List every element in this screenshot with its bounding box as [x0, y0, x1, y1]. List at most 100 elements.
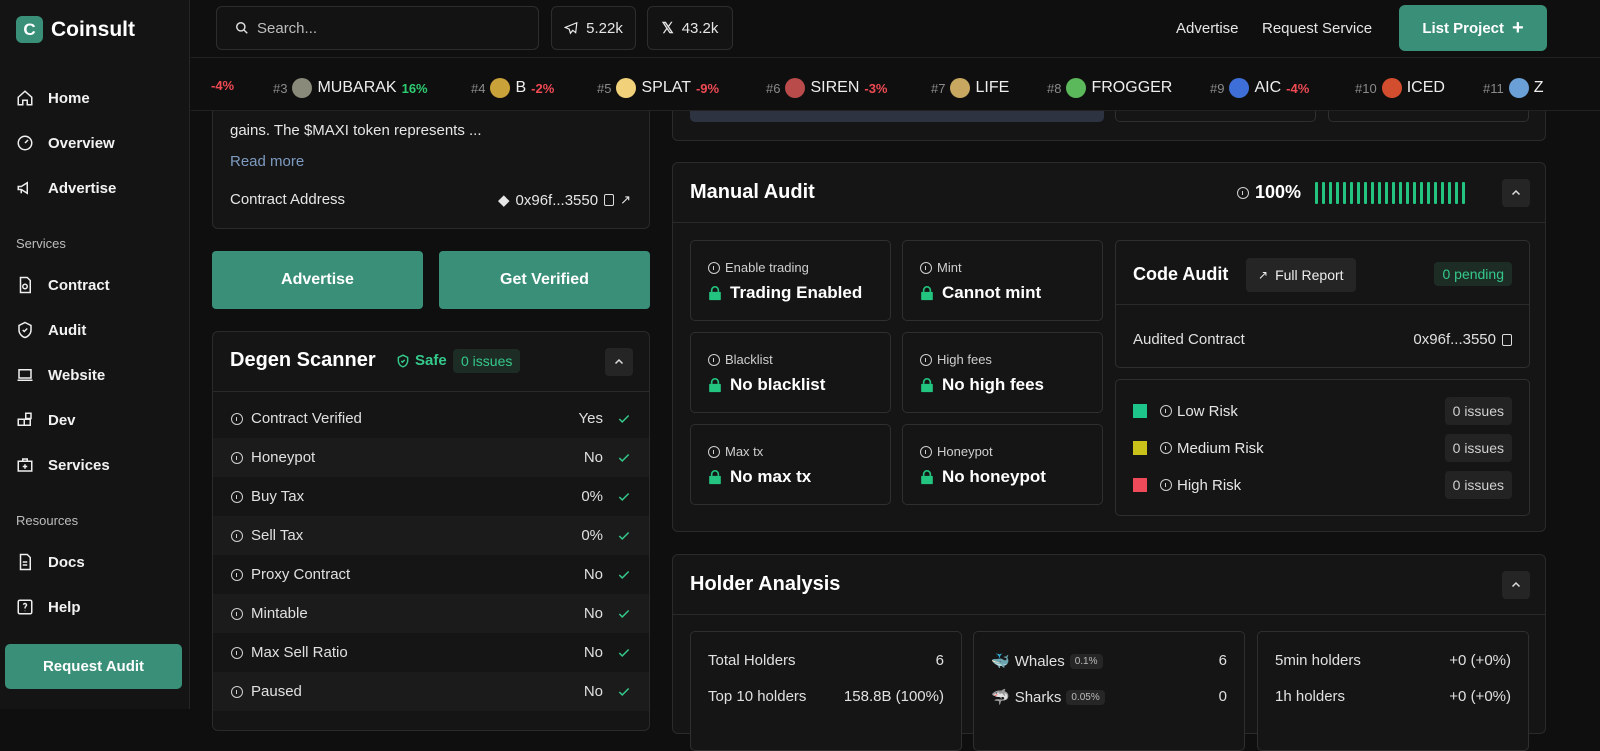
score-segment — [1364, 182, 1367, 204]
sidebar-item-services[interactable]: Services — [16, 456, 110, 474]
telegram-button[interactable]: 5.22k — [551, 6, 636, 50]
risk-summary-card: Low Risk 0 issues Medium Risk 0 issues High … — [1115, 379, 1530, 516]
sidebar-item-help[interactable]: Help — [16, 598, 81, 616]
search-box[interactable] — [216, 6, 539, 50]
degen-collapse-button[interactable] — [605, 348, 633, 376]
info-icon — [231, 490, 243, 503]
x-button[interactable]: 𝕏 43.2k — [647, 6, 733, 50]
advertise-button[interactable]: Advertise — [212, 251, 423, 309]
score-segment — [1399, 182, 1402, 204]
total-holders-label: Total Holders — [708, 652, 796, 669]
topbar: 5.22k 𝕏 43.2k Advertise Request Service … — [191, 0, 1600, 58]
logo[interactable]: C Coinsult — [16, 16, 135, 43]
audit-check-value: No honeypot — [920, 467, 1046, 487]
token-avatar-icon — [292, 78, 313, 98]
ticker-item[interactable]: #10 ICED — [1355, 78, 1445, 98]
audit-check-card: Enable trading Trading Enabled — [690, 240, 891, 321]
sidebar-item-advertise[interactable]: Advertise — [16, 179, 116, 197]
ticker-token-name: FROGGER — [1091, 79, 1173, 96]
audit-check-value-text: Trading Enabled — [730, 283, 863, 302]
advertise-link[interactable]: Advertise — [1176, 20, 1239, 37]
degen-scanner-title: Degen Scanner — [230, 349, 376, 371]
sidebar-item-audit[interactable]: Audit — [16, 321, 86, 339]
ticker-token-name: SPLAT — [641, 79, 691, 96]
ticker-rank: #6 — [766, 80, 781, 96]
request-service-link[interactable]: Request Service — [1262, 20, 1372, 37]
audit-check-value: No max tx — [708, 467, 811, 487]
sidebar-item-label: Dev — [48, 411, 76, 429]
ticker-item[interactable]: #3 MUBARAK 16% — [273, 78, 428, 98]
info-icon — [1160, 405, 1172, 417]
ticker-item[interactable]: #11 Z — [1483, 78, 1544, 98]
sidebar-item-contract[interactable]: Contract — [16, 276, 110, 294]
ticker-item[interactable]: #5 SPLAT -9% — [597, 78, 719, 98]
score-segment — [1420, 182, 1423, 204]
sidebar-item-docs[interactable]: Docs — [16, 553, 85, 571]
get-verified-button[interactable]: Get Verified — [439, 251, 650, 309]
sidebar-item-overview[interactable]: Overview — [16, 134, 115, 152]
stat-card — [1115, 111, 1316, 122]
request-audit-button[interactable]: Request Audit — [5, 644, 182, 689]
ticker-rank: #5 — [597, 80, 612, 96]
sidebar-item-home[interactable]: Home — [16, 89, 90, 107]
ticker-item[interactable]: #6 SIREN -3% — [766, 78, 888, 98]
trending-ticker: -4% #3 MUBARAK 16% #4 B -2% #5 SPLAT -9% #6 SIREN -3… — [191, 59, 1600, 111]
sharks: 🦈 Sharks 0.05% — [991, 688, 1105, 706]
holder-analysis-panel: Holder Analysis Total Holders 6 Top 10 h… — [672, 554, 1546, 751]
top10-holders-label: Top 10 holders — [708, 688, 807, 705]
audit-check-value-text: No high fees — [942, 375, 1045, 394]
risk-count-badge: 0 issues — [1444, 471, 1512, 499]
list-project-button[interactable]: List Project + — [1399, 5, 1547, 51]
laptop-icon — [17, 369, 33, 381]
risk-count-badge: 0 issues — [1444, 434, 1512, 462]
x-icon: 𝕏 — [661, 20, 674, 37]
ticker-item[interactable]: #8 FROGGER — [1047, 78, 1172, 98]
check-icon — [618, 453, 630, 462]
safe-label: Safe — [415, 352, 447, 369]
full-report-label: Full Report — [1275, 267, 1344, 283]
info-icon — [231, 412, 243, 425]
search-input[interactable] — [257, 19, 507, 37]
safe-status: Safe — [396, 352, 447, 369]
holder-analysis-collapse-button[interactable] — [1502, 571, 1530, 599]
audit-check-card: High fees No high fees — [902, 332, 1103, 413]
ticker-token-name: SIREN — [810, 79, 860, 96]
audit-check-value: No high fees — [920, 375, 1044, 395]
ticker-token-name: AIC — [1254, 79, 1282, 96]
sidebar-item-dev[interactable]: Dev — [16, 411, 76, 429]
telegram-count: 5.22k — [586, 19, 623, 37]
manual-audit-collapse-button[interactable] — [1502, 179, 1530, 207]
audit-score-value: 100% — [1255, 182, 1302, 202]
copy-icon[interactable] — [604, 194, 615, 206]
full-report-button[interactable]: ↗ Full Report — [1246, 258, 1356, 292]
ticker-item[interactable]: #4 B -2% — [471, 78, 554, 98]
audit-check-value-text: No blacklist — [730, 375, 826, 394]
audit-check-value-text: No honeypot — [942, 467, 1046, 486]
sharks-label: Sharks — [1014, 688, 1062, 706]
sidebar-item-label: Docs — [48, 553, 85, 571]
score-segment — [1350, 182, 1353, 204]
scan-row-label: Sell Tax — [251, 527, 304, 544]
sidebar-item-website[interactable]: Website — [16, 366, 105, 384]
ticker-item[interactable]: #9 AIC -4% — [1210, 78, 1309, 98]
info-icon — [231, 646, 243, 659]
lock-icon — [921, 285, 933, 300]
shark-icon: 🦈 — [991, 689, 1010, 706]
ticker-item[interactable]: -4% — [211, 78, 234, 93]
ticker-rank: #11 — [1483, 80, 1504, 96]
read-more-link[interactable]: Read more — [230, 153, 304, 170]
briefcase-plus-icon — [17, 458, 33, 472]
telegram-icon — [564, 21, 578, 35]
ticker-rank: #8 — [1047, 80, 1062, 96]
scan-row-label: Paused — [251, 683, 302, 700]
info-icon — [231, 529, 243, 542]
risk-color-swatch — [1133, 478, 1147, 492]
info-icon — [1237, 186, 1249, 199]
sidebar-item-label: Services — [48, 456, 110, 474]
copy-icon[interactable] — [1502, 333, 1512, 346]
external-link-icon[interactable]: ↗ — [620, 192, 631, 208]
ticker-item[interactable]: #7 LIFE — [931, 78, 1009, 98]
score-segment — [1413, 182, 1416, 204]
info-icon — [231, 685, 243, 698]
token-avatar-icon — [490, 78, 511, 98]
